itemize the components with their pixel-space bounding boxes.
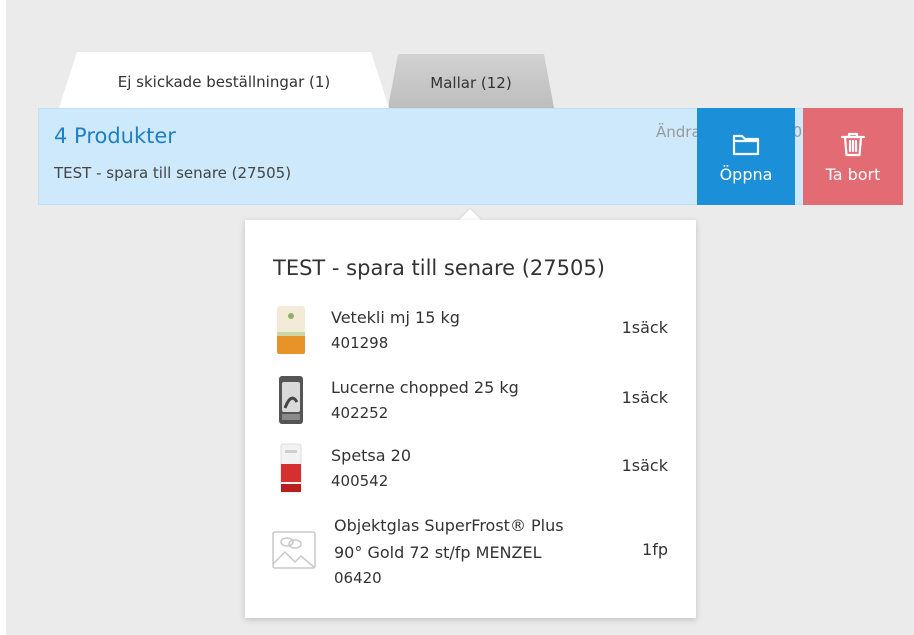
popover-title: TEST - spara till senare (27505) xyxy=(273,256,605,280)
item-name-line1: Objektglas SuperFrost® Plus xyxy=(334,516,564,535)
delete-button[interactable]: Ta bort xyxy=(803,108,903,205)
feed-bag-orange-icon xyxy=(277,306,305,354)
open-button[interactable]: Öppna xyxy=(697,108,795,205)
order-row[interactable]: 4 Produkter TEST - spara till senare (27… xyxy=(38,108,903,205)
tab-mallar[interactable]: Mallar (12) xyxy=(388,54,554,108)
delete-button-label: Ta bort xyxy=(825,165,881,184)
order-subtitle: TEST - spara till senare (27505) xyxy=(54,164,292,182)
item-name-line2: 90° Gold 72 st/fp MENZEL xyxy=(334,543,542,562)
item-code: 402252 xyxy=(331,404,389,422)
open-button-label: Öppna xyxy=(719,165,773,184)
list-item[interactable]: Spetsa 20 400542 1säck xyxy=(245,442,696,498)
item-name: Vetekli mj 15 kg xyxy=(331,308,460,327)
tab-ej-skickade-label: Ej skickade beställningar (1) xyxy=(117,73,331,91)
item-quantity: 1säck xyxy=(621,318,668,337)
feed-bag-dark-icon xyxy=(279,376,303,424)
list-item[interactable]: Lucerne chopped 25 kg 402252 1säck xyxy=(245,374,696,430)
item-quantity: 1fp xyxy=(642,540,668,559)
tab-mallar-label: Mallar (12) xyxy=(430,74,512,92)
order-title: 4 Produkter xyxy=(54,124,176,148)
folder-icon xyxy=(732,134,760,156)
tab-ej-skickade[interactable]: Ej skickade beställningar (1) xyxy=(59,52,389,108)
order-preview-popover: TEST - spara till senare (27505) Vetekli… xyxy=(245,220,696,618)
image-placeholder-icon xyxy=(272,531,316,569)
trash-icon xyxy=(840,132,866,157)
list-item[interactable]: Vetekli mj 15 kg 401298 1säck xyxy=(245,304,696,360)
item-code: 401298 xyxy=(331,334,389,352)
item-name: Lucerne chopped 25 kg xyxy=(331,378,519,397)
item-quantity: 1säck xyxy=(621,388,668,407)
item-code: 06420 xyxy=(334,569,382,587)
item-name: Spetsa 20 xyxy=(331,446,412,465)
list-item[interactable]: Objektglas SuperFrost® Plus 90° Gold 72 … xyxy=(245,510,696,594)
item-code: 400542 xyxy=(331,472,389,490)
feed-bag-red-icon xyxy=(280,443,302,493)
item-quantity: 1säck xyxy=(621,456,668,475)
